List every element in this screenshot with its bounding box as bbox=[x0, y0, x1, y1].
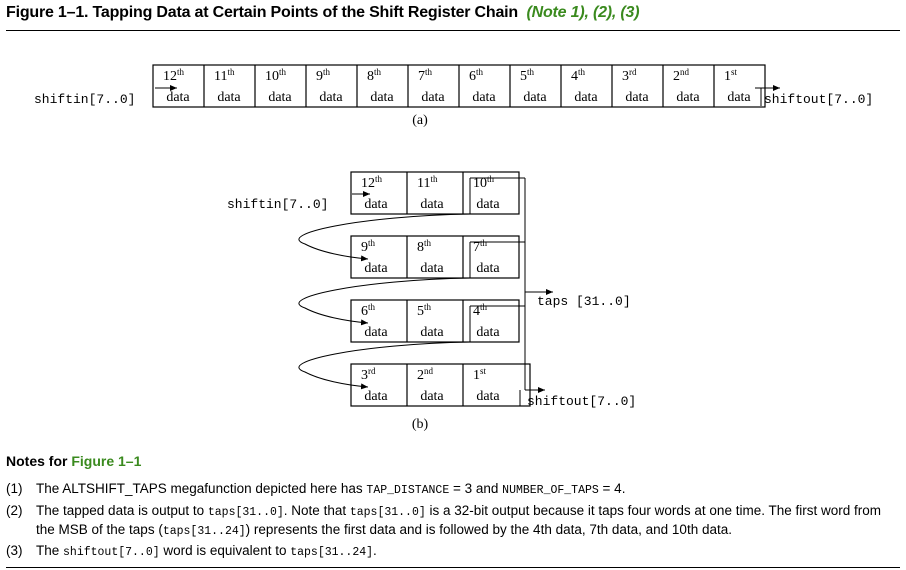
cell-ordinal: 10th bbox=[473, 174, 495, 191]
note-text-part: The bbox=[36, 543, 64, 558]
caption-a: (a) bbox=[412, 113, 428, 128]
cell-data-label: data bbox=[476, 261, 500, 276]
cell-ordinal: 1st bbox=[473, 366, 487, 383]
cell-ordinal: 3rd bbox=[622, 67, 637, 84]
code-term: taps[31..0] bbox=[207, 506, 284, 519]
shiftin-b-label: shiftin[7..0] bbox=[227, 197, 328, 212]
cell-data-label: data bbox=[370, 90, 394, 105]
cell-ordinal: 11th bbox=[214, 67, 235, 84]
bottom-rule bbox=[6, 567, 900, 568]
cell-ordinal: 10th bbox=[265, 67, 287, 84]
caption-b: (b) bbox=[412, 417, 429, 432]
cell-ordinal: 7th bbox=[418, 67, 433, 84]
cell-ordinal: 9th bbox=[361, 238, 376, 255]
cell-ordinal: 3rd bbox=[361, 366, 376, 383]
note-text-part: The tapped data is output to bbox=[36, 503, 208, 518]
cell-data-label: data bbox=[319, 90, 343, 105]
cell-ordinal: 8th bbox=[367, 67, 382, 84]
code-term: taps[31..0] bbox=[349, 506, 426, 519]
cell-data-label: data bbox=[364, 261, 388, 276]
cell-data-label: data bbox=[574, 90, 598, 105]
note-text: The shiftout[7..0] word is equivalent to… bbox=[36, 542, 901, 561]
note-text-part: ) represents the first data and is follo… bbox=[245, 522, 732, 537]
cell-ordinal: 12th bbox=[361, 174, 383, 191]
cell-data-label: data bbox=[166, 90, 190, 105]
cell-data-label: data bbox=[676, 90, 700, 105]
cell-ordinal: 2nd bbox=[417, 366, 434, 383]
note-number: (3) bbox=[6, 543, 23, 558]
cell-data-label: data bbox=[364, 325, 388, 340]
code-term: shiftout[7..0] bbox=[63, 546, 160, 559]
note-text: The ALTSHIFT_TAPS megafunction depicted … bbox=[36, 480, 901, 499]
note-text: The tapped data is output to taps[31..0]… bbox=[36, 502, 901, 540]
shiftin-label: shiftin[7..0] bbox=[34, 92, 135, 107]
cell-data-label: data bbox=[523, 90, 547, 105]
cell-data-label: data bbox=[476, 197, 500, 212]
cell-data-label: data bbox=[268, 90, 292, 105]
cell-data-label: data bbox=[364, 389, 388, 404]
code-term: taps[31..24] bbox=[162, 525, 246, 538]
cell-ordinal: 4th bbox=[571, 67, 586, 84]
cell-data-label: data bbox=[420, 261, 444, 276]
code-term: taps[31..24] bbox=[290, 546, 374, 559]
cell-ordinal: 12th bbox=[163, 67, 185, 84]
note-text-part: = 4. bbox=[598, 481, 626, 496]
note-text-part: The ALTSHIFT_TAPS megafunction depicted … bbox=[36, 481, 367, 496]
cell-ordinal: 5th bbox=[417, 302, 432, 319]
cell-ordinal: 11th bbox=[417, 174, 438, 191]
notes-heading: Notes for Figure 1–1 bbox=[6, 453, 141, 469]
code-term: NUMBER_OF_TAPS bbox=[502, 484, 599, 497]
note-number: (2) bbox=[6, 503, 23, 518]
note-text-part: . bbox=[373, 543, 377, 558]
note-text-part: = 3 and bbox=[449, 481, 503, 496]
cell-data-label: data bbox=[421, 90, 445, 105]
notes-heading-ref: Figure 1–1 bbox=[71, 453, 142, 469]
cell-data-label: data bbox=[472, 90, 496, 105]
cell-data-label: data bbox=[420, 197, 444, 212]
cell-ordinal: 7th bbox=[473, 238, 488, 255]
cell-data-label: data bbox=[420, 325, 444, 340]
cell-data-label: data bbox=[625, 90, 649, 105]
taps-label: taps [31..0] bbox=[537, 294, 631, 309]
note-text-part: word is equivalent to bbox=[159, 543, 291, 558]
cell-ordinal: 6th bbox=[469, 67, 484, 84]
shiftout-label: shiftout[7..0] bbox=[764, 92, 873, 107]
shiftout-b-label: shiftout[7..0] bbox=[527, 394, 636, 409]
code-term: TAP_DISTANCE bbox=[366, 484, 450, 497]
notes-heading-text: Notes for bbox=[6, 453, 68, 469]
diagram-a: 12th data 11th data 10th data 9th data 8th data 7t… bbox=[34, 64, 873, 128]
cell-ordinal: 1st bbox=[724, 67, 738, 84]
cell-data-label: data bbox=[364, 197, 388, 212]
cell-ordinal: 6th bbox=[361, 302, 376, 319]
cell-ordinal: 5th bbox=[520, 67, 535, 84]
cell-ordinal: 9th bbox=[316, 67, 331, 84]
note-number: (1) bbox=[6, 481, 23, 496]
shift-register-diagram: 12th data 11th data 10th data 9th data 8th data 7t… bbox=[34, 64, 873, 432]
cell-data-label: data bbox=[217, 90, 241, 105]
diagram-b: 12th data 11th data 10th data 9th data 8th data 7t… bbox=[227, 171, 636, 432]
cell-data-label: data bbox=[420, 389, 444, 404]
note-text-part: . Note that bbox=[283, 503, 350, 518]
cell-ordinal: 2nd bbox=[673, 67, 690, 84]
cell-ordinal: 8th bbox=[417, 238, 432, 255]
cell-data-label: data bbox=[476, 325, 500, 340]
cell-data-label: data bbox=[476, 389, 500, 404]
cell-ordinal: 4th bbox=[473, 302, 488, 319]
cell-data-label: data bbox=[727, 90, 751, 105]
